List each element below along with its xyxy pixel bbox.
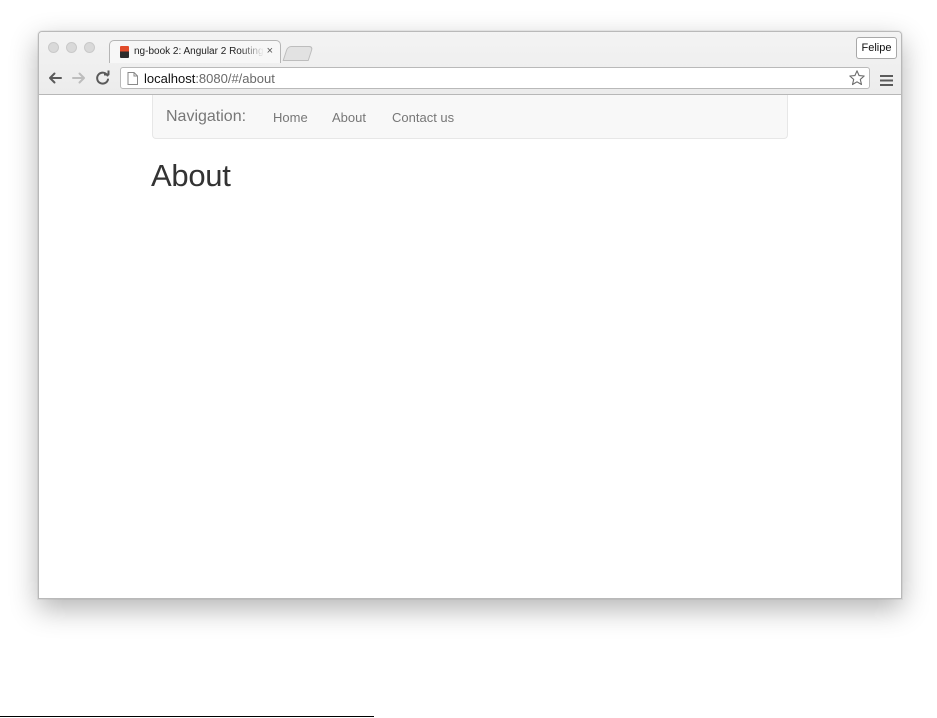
reload-icon[interactable] (94, 69, 112, 87)
forward-arrow-icon[interactable] (70, 69, 88, 87)
page-icon (127, 72, 138, 90)
navbar: Navigation: Home About Contact us (152, 95, 788, 139)
profile-button[interactable]: Felipe (856, 37, 897, 59)
back-arrow-icon[interactable] (46, 69, 64, 87)
browser-tab[interactable]: ng-book 2: Angular 2 Routing × (109, 40, 281, 63)
address-bar[interactable]: localhost:8080/#/about (120, 67, 870, 89)
navbar-brand: Navigation: (166, 108, 247, 125)
nav-link-contact[interactable]: Contact us (392, 110, 454, 125)
page-title: About (151, 158, 231, 193)
favicon-icon (120, 46, 129, 58)
url-text: localhost:8080/#/about (144, 71, 275, 86)
star-icon[interactable] (848, 69, 866, 92)
url-host: localhost (144, 71, 196, 86)
zoom-window-button[interactable] (84, 42, 95, 53)
page-viewport: Navigation: Home About Contact us About (39, 95, 901, 598)
browser-window: ng-book 2: Angular 2 Routing × Felipe lo… (38, 31, 902, 599)
nav-link-home[interactable]: Home (273, 110, 308, 125)
url-path: :8080/#/about (195, 71, 275, 86)
browser-chrome: ng-book 2: Angular 2 Routing × Felipe lo… (39, 32, 901, 95)
divider (0, 716, 374, 717)
tab-close-icon[interactable]: × (267, 44, 273, 58)
minimize-window-button[interactable] (66, 42, 77, 53)
tab-title: ng-book 2: Angular 2 Routing (134, 46, 264, 57)
nav-link-about[interactable]: About (332, 110, 366, 125)
close-window-button[interactable] (48, 42, 59, 53)
hamburger-menu-icon[interactable] (880, 73, 893, 91)
new-tab-button[interactable] (282, 46, 314, 61)
